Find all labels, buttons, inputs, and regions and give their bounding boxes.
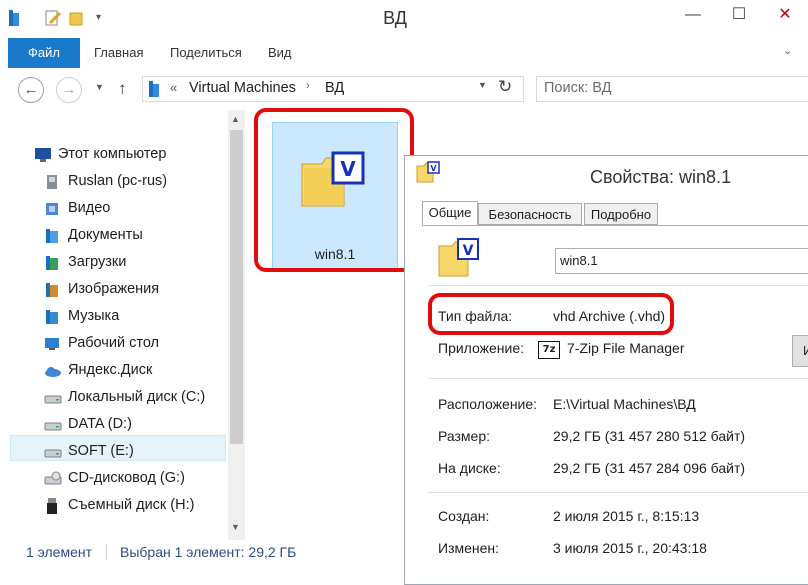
- ribbon-expand-icon[interactable]: ⌄: [783, 44, 792, 57]
- sidebar-item-label: Съемный диск (H:): [68, 497, 195, 513]
- opens-with-label: Приложение:: [438, 340, 525, 356]
- highlight-file-type-frame: [428, 293, 674, 335]
- breadcrumb-vd[interactable]: ВД: [325, 80, 344, 96]
- file-name-value: win8.1: [560, 253, 598, 268]
- usb-drive-icon: [44, 497, 60, 514]
- separator: [428, 492, 808, 493]
- sidebar-item-label: Локальный диск (C:): [68, 389, 206, 405]
- desktop-icon: [44, 335, 60, 351]
- drive-icon: [44, 443, 62, 459]
- cloud-icon: [44, 362, 61, 378]
- opens-with-value: 7-Zip File Manager: [567, 340, 685, 356]
- maximize-icon[interactable]: ☐: [716, 0, 762, 30]
- tab-security[interactable]: Безопасность: [478, 203, 582, 225]
- sidebar-item-label: Рабочий стол: [68, 335, 160, 351]
- sidebar-item-label: Ruslan (pc-rus): [68, 173, 168, 189]
- sidebar-item-label: Загрузки: [68, 254, 127, 270]
- tab-general[interactable]: Общие: [422, 201, 478, 226]
- size-on-disk-label: На диске:: [438, 460, 501, 476]
- created-label: Создан:: [438, 508, 490, 524]
- sidebar-item-label: Яндекс.Диск: [68, 362, 153, 378]
- sidebar-item-label: DATA (D:): [68, 416, 132, 432]
- properties-title: Свойства: win8.1: [590, 167, 732, 187]
- modified-value: 3 июля 2015 г., 20:43:18: [553, 540, 707, 556]
- location-value: E:\Virtual Machines\ВД: [553, 396, 696, 412]
- recent-locations-icon[interactable]: ▼: [95, 82, 104, 92]
- status-item-count: 1 элемент: [26, 544, 93, 560]
- downloads-icon: [44, 254, 60, 270]
- separator: [428, 378, 808, 379]
- music-icon: [44, 308, 60, 324]
- tab-file[interactable]: Файл: [8, 38, 80, 68]
- tab-details[interactable]: Подробно: [584, 203, 658, 225]
- change-button[interactable]: И: [792, 335, 808, 367]
- properties-title-icon: V: [416, 160, 440, 187]
- svg-text:V: V: [430, 164, 437, 173]
- tab-share[interactable]: Поделиться: [170, 38, 242, 68]
- highlight-file-frame: [254, 108, 414, 272]
- tab-panel-border: [422, 225, 808, 226]
- sidebar-item-label: CD-дисковод (G:): [68, 470, 185, 486]
- search-placeholder: Поиск: ВД: [544, 80, 612, 96]
- modified-label: Изменен:: [438, 540, 500, 556]
- sidebar-item-label: SOFT (E:): [68, 443, 134, 459]
- vhd-file-icon-large: V: [438, 238, 482, 281]
- sidebar-item-label: Документы: [68, 227, 143, 243]
- minimize-icon[interactable]: —: [670, 0, 716, 30]
- nav-scrollbar-thumb[interactable]: [230, 130, 243, 444]
- sidebar-item-label: Видео: [68, 200, 111, 216]
- refresh-icon[interactable]: ↻: [498, 77, 512, 97]
- size-value: 29,2 ГБ (31 457 280 512 байт): [553, 428, 746, 444]
- folder-location-icon: [148, 79, 162, 102]
- separator: [428, 285, 808, 286]
- breadcrumb-virtual-machines[interactable]: Virtual Machines: [189, 80, 296, 96]
- sidebar-item-label: Изображения: [68, 281, 160, 297]
- up-icon[interactable]: ↑: [118, 79, 127, 99]
- size-label: Размер:: [438, 428, 491, 444]
- tab-home[interactable]: Главная: [94, 38, 143, 68]
- cd-drive-icon: [44, 470, 62, 486]
- svg-text:V: V: [463, 243, 474, 259]
- address-dropdown-icon[interactable]: ▼: [478, 80, 487, 90]
- tab-view[interactable]: Вид: [268, 38, 292, 68]
- drive-icon: [44, 389, 62, 405]
- sidebar-item-label: Этот компьютер: [58, 146, 167, 162]
- seven-zip-icon: 7z: [538, 341, 560, 359]
- computer-icon: [34, 146, 51, 162]
- user-icon: [44, 173, 60, 189]
- close-icon[interactable]: ✕: [762, 0, 808, 30]
- scroll-down-icon[interactable]: ▼: [231, 522, 240, 532]
- back-icon[interactable]: ←: [18, 77, 44, 103]
- scroll-up-icon[interactable]: ▲: [231, 114, 240, 124]
- breadcrumb-overflow[interactable]: «: [170, 80, 177, 95]
- breadcrumb-separator-icon[interactable]: ›: [306, 80, 310, 92]
- created-value: 2 июля 2015 г., 8:15:13: [553, 508, 700, 524]
- pictures-icon: [44, 281, 60, 297]
- drive-icon: [44, 416, 62, 432]
- documents-icon: [44, 227, 60, 243]
- size-on-disk-value: 29,2 ГБ (31 457 284 096 байт): [553, 460, 746, 476]
- location-label: Расположение:: [438, 396, 538, 412]
- status-divider: [106, 544, 107, 560]
- status-selection: Выбран 1 элемент: 29,2 ГБ: [120, 544, 297, 560]
- video-icon: [44, 200, 60, 216]
- forward-icon[interactable]: →: [56, 77, 82, 103]
- sidebar-item-label: Музыка: [68, 308, 120, 324]
